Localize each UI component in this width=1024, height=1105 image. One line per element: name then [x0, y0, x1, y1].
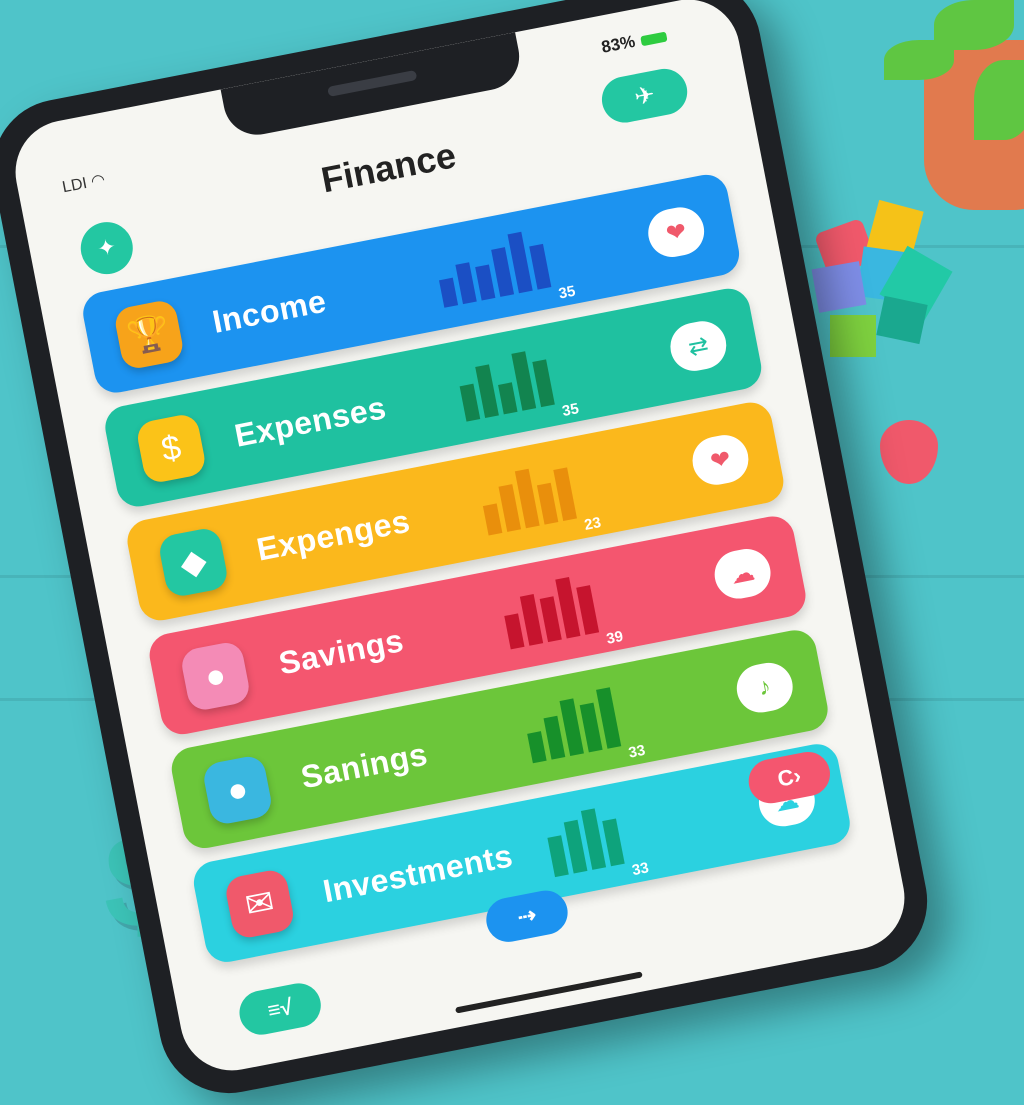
pig-icon: ● [179, 639, 252, 713]
notch [220, 32, 526, 141]
mini-bar [475, 364, 499, 419]
mini-bar [455, 262, 477, 305]
wifi-icon: ◠ [89, 171, 107, 191]
home-indicator[interactable] [455, 971, 643, 1014]
phone: LDI ◠ 83% ✈ ✦ Finance 🏆 Income 35 ❤ $ Expense… [0, 0, 940, 1105]
heart-icon[interactable]: ❤ [644, 203, 709, 262]
toy-block [830, 315, 876, 357]
card-value: 39 [605, 627, 625, 648]
bear-icon: ● [201, 753, 274, 827]
card-label: Income [209, 282, 330, 340]
mini-bar-chart [521, 687, 622, 764]
mini-bar [553, 467, 577, 522]
battery-icon [640, 31, 668, 46]
status-battery: 83% [600, 26, 669, 58]
mini-bar [498, 382, 518, 415]
mini-bar [482, 503, 503, 536]
status-carrier: LDI ◠ [60, 171, 107, 197]
card-label: Expenges [253, 502, 413, 568]
bird-icon: ◆ [156, 526, 230, 599]
mini-bar [498, 484, 522, 532]
card-label: Savings [275, 621, 407, 682]
mini-bar [547, 835, 569, 878]
bottom-left-button[interactable]: ≡√ [235, 979, 325, 1039]
card-label: Expenses [231, 388, 389, 454]
plant-leaf [974, 60, 1024, 140]
card-value: 35 [560, 400, 581, 421]
mini-bar [504, 613, 525, 650]
mini-bar [459, 383, 481, 422]
finance-cards: 🏆 Income 35 ❤ $ Expenses 35 ⇄ ◆ Expenges 23 ❤ ● Savin… [79, 171, 856, 979]
mini-bar-chart [477, 459, 577, 536]
mini-bar [529, 243, 552, 290]
note-icon[interactable]: ♪ [732, 658, 797, 717]
exchange-icon[interactable]: ⇄ [666, 317, 731, 375]
mini-bar [532, 359, 555, 408]
card-value: 33 [630, 859, 651, 880]
mini-bar [527, 731, 547, 764]
heart-icon[interactable]: ❤ [688, 431, 753, 489]
mini-bar [439, 277, 459, 308]
plant-leaf [884, 40, 954, 80]
toy-block [811, 261, 867, 313]
envelope-icon: ✉ [223, 867, 297, 941]
card-value: 35 [557, 282, 577, 303]
mini-bar [475, 264, 496, 301]
mini-bar-chart [455, 346, 555, 422]
mini-bar-chart [499, 573, 600, 650]
card-label: Sanings [297, 735, 431, 795]
mini-bar [543, 715, 566, 760]
mini-bar-chart [544, 805, 625, 878]
toy-block [876, 295, 928, 345]
mini-bar [602, 818, 625, 867]
drop-decoration [880, 420, 938, 484]
mini-bar [536, 482, 559, 525]
card-value: 23 [582, 514, 603, 534]
phone-screen: LDI ◠ 83% ✈ ✦ Finance 🏆 Income 35 ❤ $ Expense… [6, 0, 914, 1080]
speaker [327, 69, 418, 97]
mini-bar-chart [433, 228, 552, 308]
cloud-icon[interactable]: ☁ [710, 544, 775, 603]
mini-bar [539, 596, 562, 643]
bowl-icon: 🏆 [112, 298, 186, 371]
dollar-coin-icon: $ [134, 412, 208, 485]
card-value: 33 [627, 741, 647, 762]
mini-bar [576, 585, 600, 635]
